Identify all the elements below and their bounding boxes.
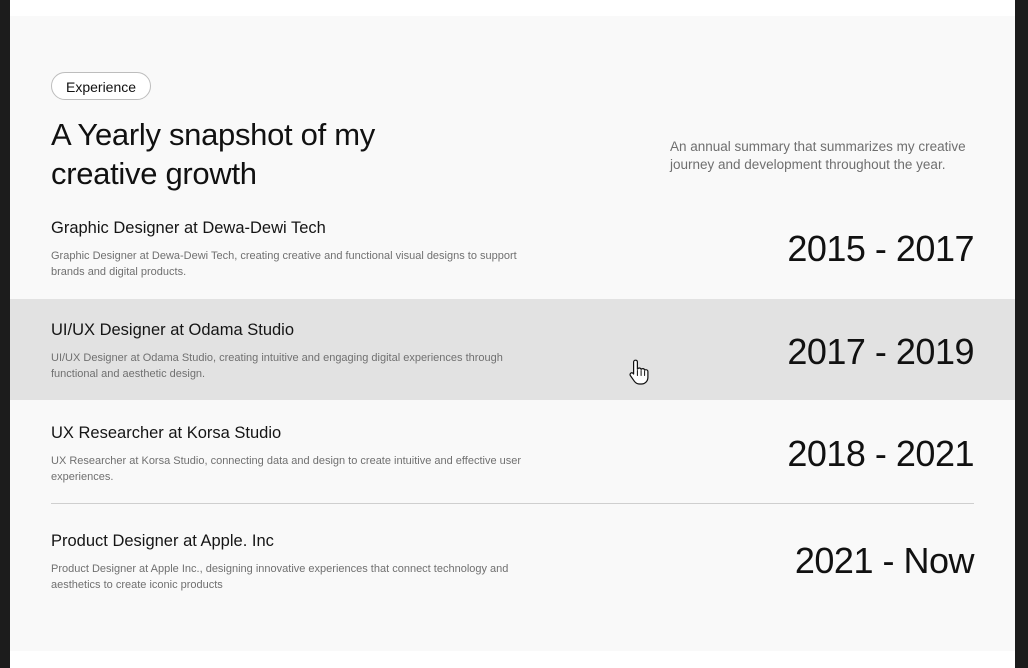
experience-row-hovered[interactable]: UI/UX Designer at Odama Studio UI/UX Des… <box>10 299 1015 400</box>
experience-row[interactable]: UX Researcher at Korsa Studio UX Researc… <box>10 400 1015 504</box>
experience-description: Graphic Designer at Dewa-Dewi Tech, crea… <box>51 250 517 278</box>
experience-title: UX Researcher at Korsa Studio <box>51 424 282 442</box>
experience-row[interactable]: Product Designer at Apple. Inc Product D… <box>10 504 1015 614</box>
experience-description: Product Designer at Apple Inc., designin… <box>51 563 509 591</box>
experience-title: UI/UX Designer at Odama Studio <box>51 321 295 339</box>
experience-title: Graphic Designer at Dewa-Dewi Tech <box>51 219 326 237</box>
experience-years: 2018 - 2021 <box>787 433 974 474</box>
section-summary: An annual summary that summarizes my cre… <box>670 139 966 172</box>
page-frame: Experience A Yearly snapshot of my creat… <box>10 0 1015 668</box>
experience-years: 2015 - 2017 <box>787 228 974 269</box>
experience-years: 2021 - Now <box>794 540 975 581</box>
experience-section: Experience A Yearly snapshot of my creat… <box>10 16 1015 651</box>
experience-badge: Experience <box>51 72 152 100</box>
experience-years: 2017 - 2019 <box>787 331 974 372</box>
hand-pointer-icon <box>629 359 649 385</box>
section-headline: A Yearly snapshot of my creative growth <box>51 117 375 191</box>
experience-title: Product Designer at Apple. Inc <box>51 532 274 550</box>
experience-row[interactable]: Graphic Designer at Dewa-Dewi Tech Graph… <box>10 202 1015 299</box>
experience-description: UX Researcher at Korsa Studio, connectin… <box>51 455 522 483</box>
experience-description: UI/UX Designer at Odama Studio, creating… <box>51 352 503 380</box>
